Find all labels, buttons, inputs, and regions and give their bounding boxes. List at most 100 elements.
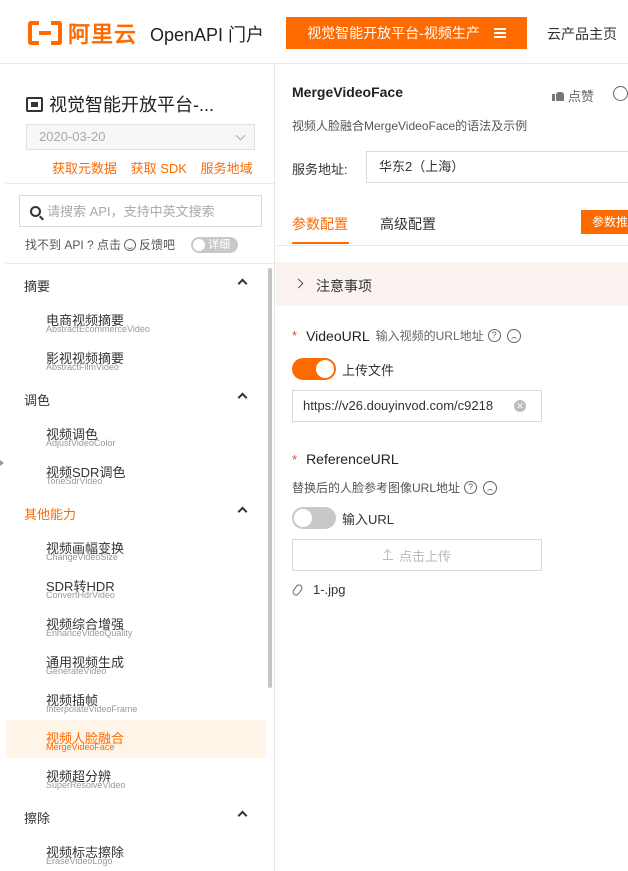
- region-select[interactable]: 华东2（上海）: [366, 151, 628, 183]
- reference-url-label: * ReferenceURL: [292, 451, 399, 467]
- uploaded-file[interactable]: 1-.jpg: [291, 582, 346, 597]
- nav-group-other[interactable]: 其他能力: [6, 492, 266, 530]
- version-date: 2020-03-20: [39, 129, 106, 144]
- nav-item-erase-video-logo[interactable]: 视频标志擦除 EraseVideoLogo: [6, 834, 266, 871]
- nav-item-abstract-film-video[interactable]: 影视视频摘要 AbstractFilmVideo: [6, 340, 266, 378]
- chevron-down-icon: [235, 130, 246, 141]
- nav-item-merge-video-face[interactable]: 视频人脸融合 MergeVideoFace: [6, 720, 266, 758]
- param-action-button[interactable]: 参数推: [581, 210, 628, 234]
- upload-button[interactable]: 点击上传: [292, 539, 542, 571]
- video-url-input[interactable]: https://v26.douyinvod.com/c9218: [292, 390, 542, 422]
- nav-group-erase[interactable]: 擦除: [6, 796, 266, 834]
- nav-group-label: 擦除: [24, 811, 51, 826]
- nav-item-super-resolve-video[interactable]: 视频超分辨 SuperResolveVideo: [6, 758, 266, 796]
- detail-toggle-label: 详细: [208, 238, 231, 251]
- get-metadata-link[interactable]: 获取元数据: [52, 161, 117, 176]
- help-icon[interactable]: ?: [464, 481, 478, 494]
- upload-icon: [382, 550, 393, 560]
- video-url-name: VideoURL: [306, 327, 370, 344]
- nav-item-interpolate-video-frame[interactable]: 视频插帧 InterpolateVideoFrame: [6, 682, 266, 720]
- nav-item-change-video-size[interactable]: 视频画幅变换 ChangeVideoSize: [6, 530, 266, 568]
- tab-advanced-config[interactable]: 高级配置: [380, 214, 436, 234]
- active-tab-indicator: [292, 242, 349, 244]
- chevron-up-icon: [237, 506, 248, 517]
- api-search-input[interactable]: [47, 203, 247, 219]
- service-region-link[interactable]: 服务地域: [201, 161, 253, 176]
- feedback-face-icon[interactable]: [506, 328, 521, 343]
- product-switch-button[interactable]: 视觉智能开放平台-视频生产: [286, 17, 527, 49]
- nav-item-enhance-video-quality[interactable]: 视频综合增强 EnhanceVideoQuality: [6, 606, 266, 644]
- product-icon: [26, 96, 43, 112]
- uploaded-file-name: 1-.jpg: [313, 582, 346, 597]
- api-name: MergeVideoFace: [292, 84, 404, 100]
- product-title: 视觉智能开放平台-...: [26, 91, 214, 117]
- config-tabs: 参数配置 高级配置 参数推: [276, 200, 628, 246]
- portal-title[interactable]: OpenAPI 门户: [150, 21, 264, 47]
- nav-item-abstract-ecommerce-video[interactable]: 电商视频摘要 AbstractEcommerceVideo: [6, 302, 266, 340]
- product-title-text: 视觉智能开放平台-...: [49, 95, 214, 115]
- detail-toggle[interactable]: 详细: [191, 236, 239, 253]
- nav-item-convert-hdr-video[interactable]: SDR转HDR ConvertHdrVideo: [6, 568, 266, 606]
- api-debug-panel: MergeVideoFace 点赞 视频人脸融合MergeVideoFace的语…: [276, 64, 628, 871]
- nav-item-tone-sdr-video[interactable]: 视频SDR调色 ToneSdrVideo: [6, 454, 266, 492]
- upload-file-toggle[interactable]: [292, 358, 336, 380]
- input-url-label: 输入URL: [342, 512, 395, 527]
- nav-item-api: InterpolateVideoFrame: [46, 704, 138, 714]
- feedback-face-icon[interactable]: [613, 86, 628, 101]
- notice-collapse[interactable]: 注意事项: [276, 262, 628, 306]
- region-label: 服务地址:: [292, 162, 348, 177]
- search-icon: [30, 205, 41, 217]
- like-button[interactable]: 点赞: [552, 86, 594, 105]
- reference-url-hint-row: 替换后的人脸参考图像URL地址 ?: [292, 479, 498, 496]
- reference-url-hint: 替换后的人脸参考图像URL地址: [292, 481, 461, 495]
- nav-item-api: ConvertHdrVideo: [46, 590, 115, 600]
- nav-group-label: 调色: [24, 393, 51, 408]
- like-label: 点赞: [568, 89, 595, 104]
- product-switch-label: 视觉智能开放平台-视频生产: [307, 25, 480, 41]
- video-url-hint: 输入视频的URL地址: [375, 329, 484, 343]
- sidebar-links: 获取元数据 获取 SDK 服务地域: [52, 158, 263, 177]
- paperclip-icon: [291, 582, 304, 597]
- nav-item-api: MergeVideoFace: [46, 742, 115, 752]
- nav-item-api: AbstractFilmVideo: [46, 362, 119, 372]
- nav-item-api: EraseVideoLogo: [46, 856, 113, 866]
- toggle-knob: [316, 360, 334, 378]
- nav-item-api: EnhanceVideoQuality: [46, 628, 133, 638]
- product-home-link[interactable]: 云产品主页: [547, 24, 617, 44]
- menu-icon: [493, 28, 506, 38]
- required-mark: *: [292, 328, 298, 343]
- help-icon[interactable]: ?: [487, 329, 501, 342]
- nav-item-api: AbstractEcommerceVideo: [46, 324, 150, 334]
- api-search-box[interactable]: [19, 195, 262, 227]
- nav-item-api: ChangeVideoSize: [46, 552, 118, 562]
- feedback-prefix: 找不到 API ? 点击: [25, 238, 122, 252]
- feedback-row: 找不到 API ? 点击 反馈吧 详细: [25, 236, 239, 253]
- version-select[interactable]: 2020-03-20: [26, 124, 255, 150]
- chevron-up-icon: [237, 810, 248, 821]
- input-url-toggle[interactable]: [292, 507, 336, 529]
- feedback-link[interactable]: 反馈吧: [139, 236, 175, 253]
- video-url-label: * VideoURL 输入视频的URL地址 ?: [292, 327, 521, 344]
- api-nav: 摘要 电商视频摘要 AbstractEcommerceVideo 影视视频摘要 …: [6, 264, 266, 871]
- collapse-arrow-icon[interactable]: [0, 460, 4, 466]
- nav-item-api: GenerateVideo: [46, 666, 107, 676]
- required-mark: *: [292, 451, 298, 467]
- smile-icon[interactable]: [124, 238, 137, 251]
- clear-icon[interactable]: ✕: [514, 400, 526, 412]
- nav-item-generate-video[interactable]: 通用视频生成 GenerateVideo: [6, 644, 266, 682]
- notice-title: 注意事项: [316, 278, 372, 294]
- api-description: 视频人脸融合MergeVideoFace的语法及示例: [292, 119, 528, 133]
- chevron-right-icon: [293, 278, 304, 289]
- aliyun-logo[interactable]: 阿里云: [28, 19, 137, 47]
- thumb-up-icon: [552, 90, 564, 101]
- nav-scrollbar[interactable]: [268, 268, 272, 688]
- nav-group-color[interactable]: 调色: [6, 378, 266, 416]
- feedback-face-icon[interactable]: [483, 480, 498, 495]
- tab-param-config[interactable]: 参数配置: [292, 214, 348, 234]
- get-sdk-link[interactable]: 获取 SDK: [131, 161, 187, 176]
- sidebar: 视觉智能开放平台-... 2020-03-20 获取元数据 获取 SDK 服务地…: [6, 64, 275, 871]
- nav-group-abstract[interactable]: 摘要: [6, 264, 266, 302]
- toggle-knob: [294, 509, 312, 527]
- nav-item-adjust-video-color[interactable]: 视频调色 AdjustVideoColor: [6, 416, 266, 454]
- upload-label: 点击上传: [398, 548, 451, 564]
